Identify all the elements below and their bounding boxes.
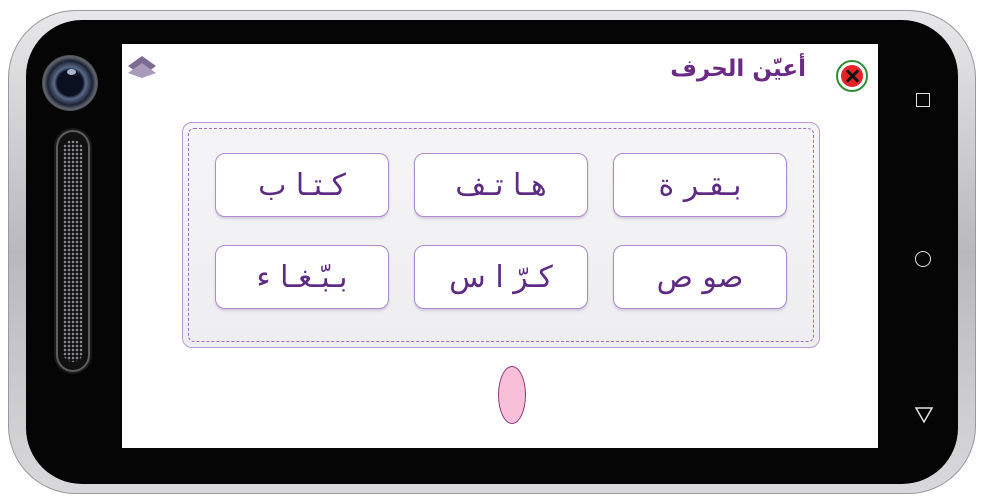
word-card[interactable]: كـتـا ب	[215, 153, 389, 217]
speaker-grille	[58, 132, 88, 370]
word-label: بـبّـغـا ء	[256, 260, 348, 295]
word-label: كـرّ ا س	[449, 260, 553, 295]
word-card[interactable]: كـرّ ا س	[414, 245, 588, 309]
square-icon[interactable]	[916, 93, 930, 107]
word-card[interactable]: بـبّـغـا ء	[215, 245, 389, 309]
word-card[interactable]: بـقـر ة	[613, 153, 787, 217]
word-label: بـقـر ة	[658, 168, 742, 203]
page-title: أعيّن الحرف	[670, 56, 806, 82]
word-label: كـتـا ب	[258, 168, 346, 203]
word-label: هـا تـف	[455, 168, 547, 203]
camera-icon	[42, 55, 98, 111]
letter-marker[interactable]	[498, 366, 526, 424]
close-button[interactable]	[836, 60, 868, 92]
up-chevron-icon[interactable]	[126, 54, 158, 80]
circle-icon[interactable]	[915, 251, 931, 267]
app-screen: أعيّن الحرف كـتـا ب هـا تـف بـقـر ة بـبّ…	[122, 44, 878, 448]
words-panel: كـتـا ب هـا تـف بـقـر ة بـبّـغـا ء كـرّ …	[182, 122, 820, 348]
word-card[interactable]: صو ص	[613, 245, 787, 309]
word-card[interactable]: هـا تـف	[414, 153, 588, 217]
close-icon	[841, 65, 863, 87]
word-label: صو ص	[656, 260, 744, 295]
triangle-back-icon[interactable]	[913, 405, 935, 425]
